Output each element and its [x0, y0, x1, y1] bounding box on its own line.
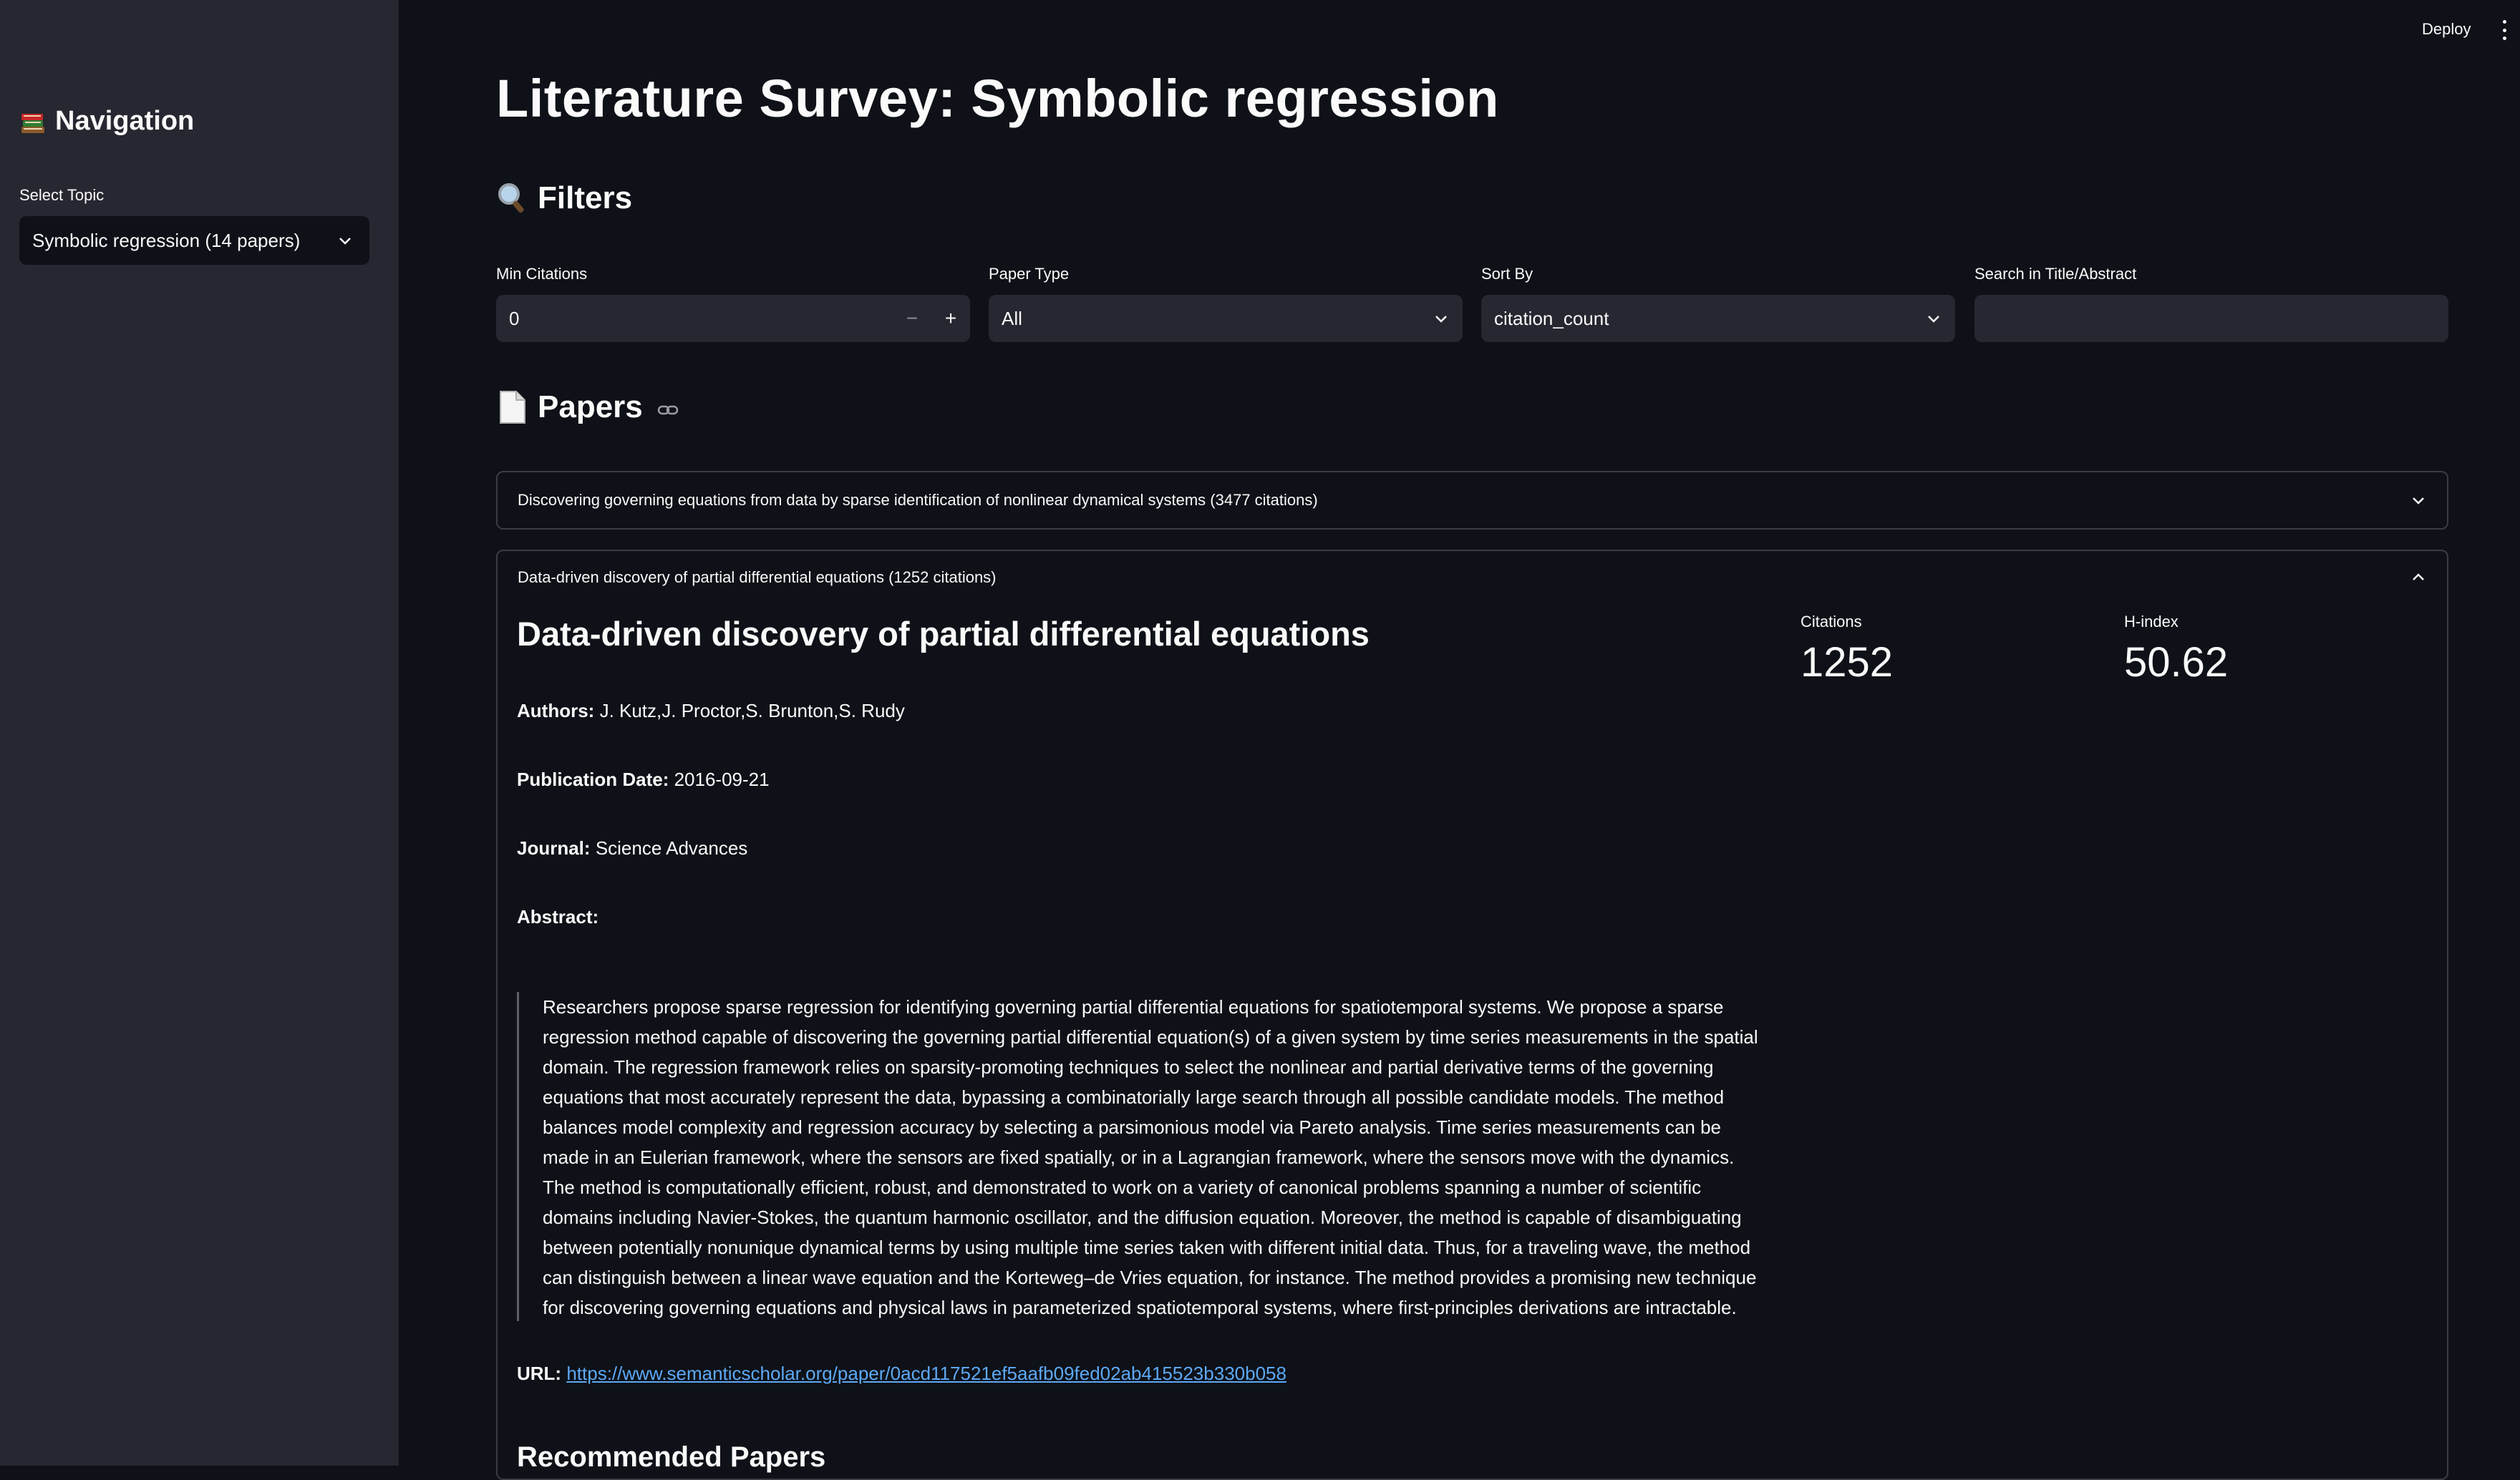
- papers-heading-text: Papers: [538, 389, 643, 424]
- journal-value: Science Advances: [595, 837, 748, 859]
- url-line: URL: https://www.semanticscholar.org/pap…: [517, 1363, 1286, 1385]
- hindex-metric: H-index 50.62: [2124, 613, 2228, 686]
- sidebar-title: Navigation: [19, 106, 194, 137]
- sort-by-value: citation_count: [1494, 307, 1609, 329]
- url-label: URL:: [517, 1363, 562, 1384]
- search-label: Search in Title/Abstract: [1974, 265, 2137, 283]
- expander-header[interactable]: Discovering governing equations from dat…: [518, 472, 2427, 528]
- link-icon[interactable]: [657, 399, 679, 421]
- paper-type-filter: Paper Type All: [989, 265, 1463, 342]
- authors-line: Authors: J. Kutz,J. Proctor,S. Brunton,S…: [517, 700, 905, 722]
- chevron-down-icon: [2413, 497, 2424, 505]
- expander-header-text: Data-driven discovery of partial differe…: [518, 568, 997, 586]
- topic-select-value: Symbolic regression (14 papers): [32, 229, 301, 251]
- topic-select[interactable]: Symbolic regression (14 papers): [19, 216, 369, 265]
- citations-label: Citations: [1801, 613, 1862, 631]
- deploy-button[interactable]: Deploy: [2422, 20, 2471, 39]
- magnifier-icon: [498, 183, 524, 213]
- recommended-heading: Recommended Papers: [517, 1441, 826, 1473]
- expander-header[interactable]: Data-driven discovery of partial differe…: [518, 567, 2427, 588]
- expander-header-text: Discovering governing equations from dat…: [518, 491, 1318, 509]
- date-value: 2016-09-21: [674, 769, 770, 790]
- increment-button[interactable]: +: [931, 295, 970, 342]
- paper-type-label: Paper Type: [989, 265, 1070, 283]
- paper-url-link[interactable]: https://www.semanticscholar.org/paper/0a…: [566, 1363, 1286, 1384]
- sort-by-select[interactable]: citation_count: [1481, 295, 1955, 342]
- chevron-down-icon: [1928, 316, 1939, 323]
- chevron-up-icon: [2413, 573, 2424, 580]
- journal-label: Journal:: [517, 837, 591, 859]
- paper-title: Data-driven discovery of partial differe…: [517, 615, 1370, 653]
- quantity-stepper: − +: [893, 295, 970, 342]
- date-label: Publication Date:: [517, 769, 669, 790]
- papers-heading: Papers: [496, 389, 679, 425]
- citations-metric: Citations 1252: [1801, 613, 1893, 686]
- sidebar: Navigation Select Topic Symbolic regress…: [0, 0, 399, 1466]
- citations-value: 1252: [1801, 639, 1894, 686]
- page-title: Literature Survey: Symbolic regression: [496, 69, 1499, 128]
- search-filter: Search in Title/Abstract: [1974, 265, 2448, 342]
- paper-expander-collapsed[interactable]: Discovering governing equations from dat…: [496, 471, 2448, 530]
- min-citations-filter: Min Citations 0 − +: [496, 265, 970, 342]
- min-citations-label: Min Citations: [496, 265, 588, 283]
- filters-heading: Filters: [496, 180, 632, 216]
- chevron-down-icon: [1435, 316, 1447, 323]
- abstract-blockquote: Researchers propose sparse regression fo…: [517, 992, 1758, 1321]
- abstract-heading: Abstract:: [517, 906, 598, 928]
- paper-type-select[interactable]: All: [989, 295, 1463, 342]
- paper-type-value: All: [1002, 307, 1022, 329]
- min-citations-input[interactable]: 0 − +: [496, 295, 970, 342]
- abstract-label: Abstract:: [517, 906, 599, 928]
- document-icon: [500, 391, 525, 424]
- select-topic-label: Select Topic: [19, 186, 105, 204]
- sidebar-title-text: Navigation: [55, 106, 195, 136]
- chevron-down-icon: [339, 238, 351, 245]
- filters-heading-text: Filters: [538, 180, 633, 215]
- kebab-menu-icon[interactable]: [2500, 20, 2509, 40]
- sort-by-label: Sort By: [1481, 265, 1533, 283]
- books-icon: [21, 113, 44, 133]
- sort-by-filter: Sort By citation_count: [1481, 265, 1955, 342]
- search-input[interactable]: [1974, 295, 2448, 342]
- hindex-value: 50.62: [2124, 639, 2229, 686]
- authors-label: Authors:: [517, 700, 595, 721]
- date-line: Publication Date: 2016-09-21: [517, 769, 770, 791]
- decrement-button[interactable]: −: [893, 295, 931, 342]
- authors-value: J. Kutz,J. Proctor,S. Brunton,S. Rudy: [599, 700, 905, 721]
- paper-expander-expanded: Data-driven discovery of partial differe…: [496, 550, 2448, 1480]
- abstract-text: Researchers propose sparse regression fo…: [543, 996, 1758, 1318]
- journal-line: Journal: Science Advances: [517, 837, 747, 860]
- hindex-label: H-index: [2124, 613, 2179, 631]
- min-citations-value: 0: [509, 307, 520, 329]
